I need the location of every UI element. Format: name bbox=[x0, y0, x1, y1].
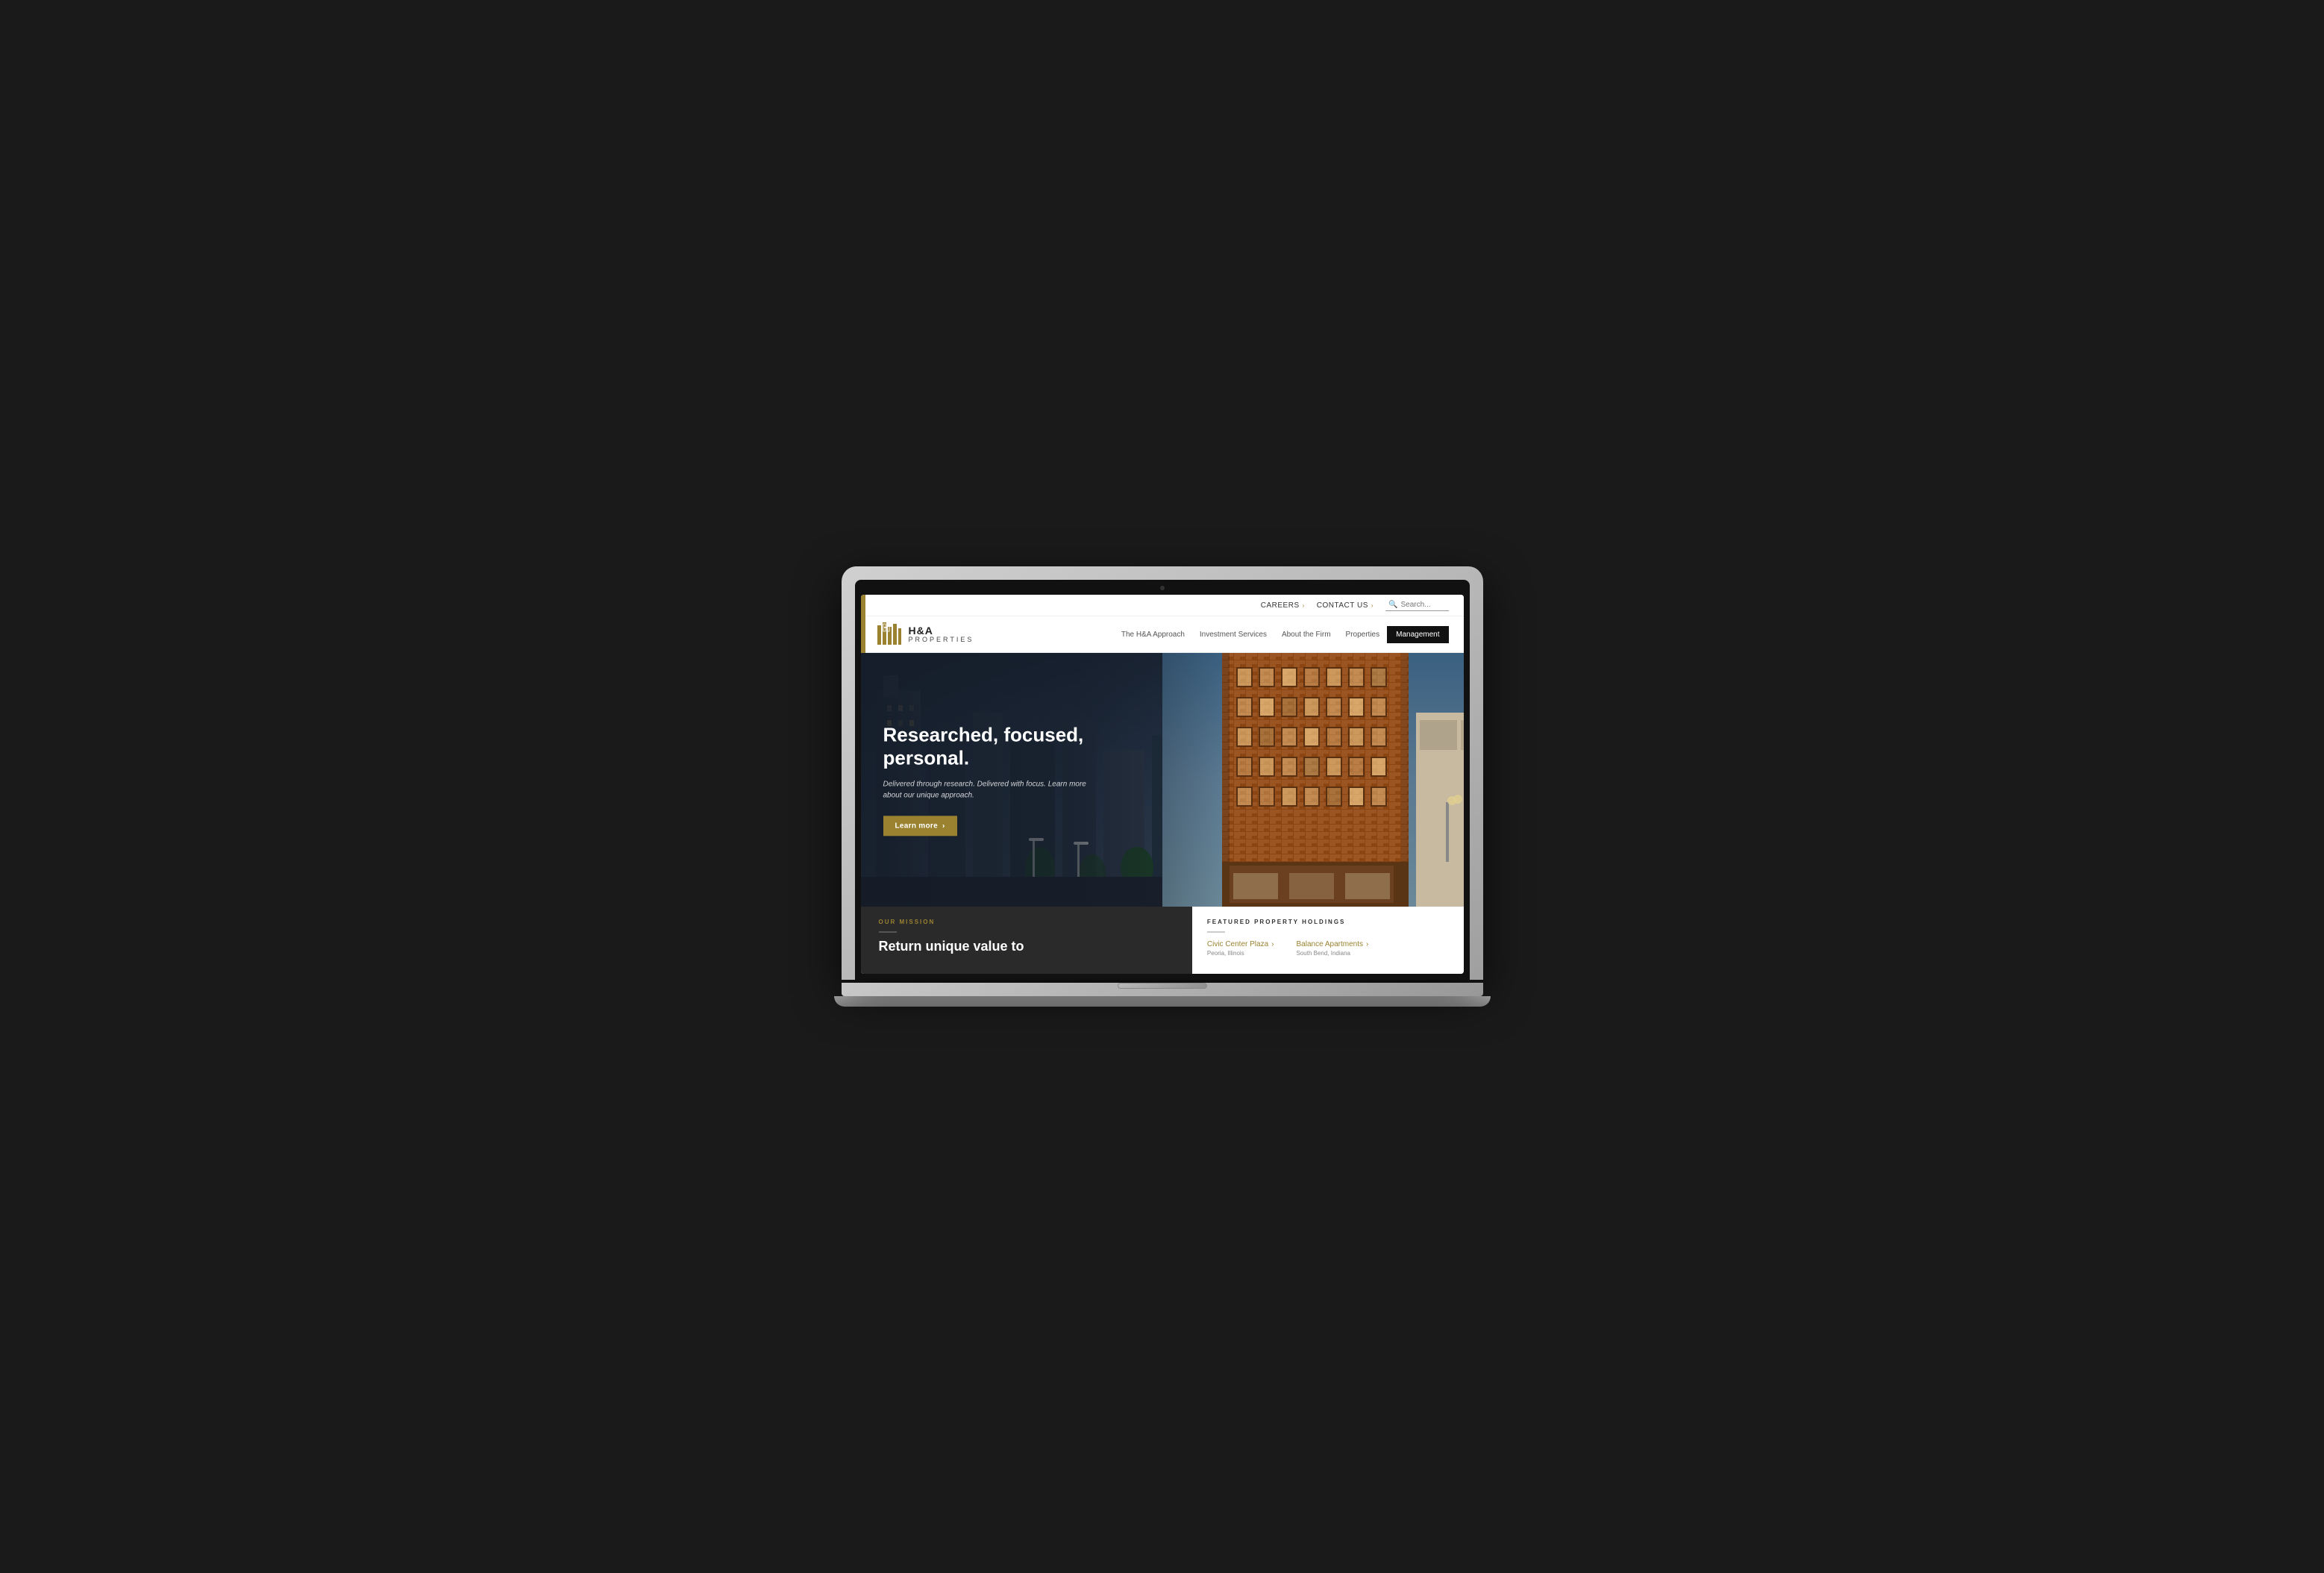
nav-link-management[interactable]: Management bbox=[1387, 626, 1448, 643]
laptop-frame: CAREERS › CONTACT US › 🔍 bbox=[842, 566, 1483, 980]
featured-label: FEATURED PROPERTY HOLDINGS bbox=[1207, 919, 1449, 925]
featured-property-2: Balance Apartments › South Bend, Indiana bbox=[1297, 940, 1369, 957]
nav-link-about[interactable]: About the Firm bbox=[1274, 628, 1338, 642]
hero-description: Delivered through research. Delivered wi… bbox=[883, 779, 1107, 801]
mission-label: OUR MISSION bbox=[879, 919, 1174, 925]
search-box[interactable]: 🔍 bbox=[1385, 599, 1448, 611]
logo-sub: PROPERTIES bbox=[909, 636, 974, 643]
featured-property-1-name[interactable]: Civic Center Plaza bbox=[1207, 940, 1268, 948]
logo-text-area: H&A PROPERTIES bbox=[909, 625, 974, 643]
search-icon: 🔍 bbox=[1388, 601, 1397, 609]
top-utility-bar: CAREERS › CONTACT US › 🔍 bbox=[861, 595, 1464, 616]
screen: CAREERS › CONTACT US › 🔍 bbox=[861, 595, 1464, 974]
hero-content: Researched, focused, personal. Delivered… bbox=[883, 723, 1107, 836]
camera-dot bbox=[1160, 586, 1165, 590]
content-wrapper: CAREERS › CONTACT US › 🔍 bbox=[861, 595, 1464, 974]
search-input[interactable] bbox=[1401, 601, 1446, 609]
nav-links: The H&A Approach Investment Services Abo… bbox=[1114, 626, 1449, 643]
featured-property-2-location: South Bend, Indiana bbox=[1297, 950, 1369, 957]
hero-title: Researched, focused, personal. bbox=[883, 723, 1107, 769]
careers-link[interactable]: CAREERS › bbox=[1261, 601, 1305, 610]
featured-panel: FEATURED PROPERTY HOLDINGS Civic Center … bbox=[1192, 907, 1464, 974]
featured-property-1-arrow-icon: › bbox=[1271, 940, 1274, 948]
website: CAREERS › CONTACT US › 🔍 bbox=[861, 595, 1464, 974]
logo-svg bbox=[876, 619, 903, 646]
nav-link-properties[interactable]: Properties bbox=[1338, 628, 1388, 642]
contact-chevron-icon: › bbox=[1371, 602, 1374, 609]
featured-property-2-name[interactable]: Balance Apartments bbox=[1297, 940, 1364, 948]
featured-property-1-location: Peoria, Illinois bbox=[1207, 950, 1274, 957]
hero-cta-label: Learn more bbox=[895, 822, 938, 831]
logo-name: H&A bbox=[909, 625, 974, 636]
mission-text: Return unique value to bbox=[879, 939, 1174, 955]
featured-property-1: Civic Center Plaza › Peoria, Illinois bbox=[1207, 940, 1274, 957]
featured-property-2-arrow-icon: › bbox=[1366, 940, 1368, 948]
careers-chevron-icon: › bbox=[1303, 602, 1305, 609]
screen-bezel: CAREERS › CONTACT US › 🔍 bbox=[855, 580, 1470, 980]
featured-property-1-row[interactable]: Civic Center Plaza › bbox=[1207, 940, 1274, 948]
featured-divider bbox=[1207, 931, 1225, 933]
main-nav: H&A PROPERTIES The H&A Approach Investme… bbox=[861, 616, 1464, 653]
mission-panel: OUR MISSION Return unique value to bbox=[861, 907, 1192, 974]
bottom-section: OUR MISSION Return unique value to FEATU… bbox=[861, 907, 1464, 974]
learn-more-button[interactable]: Learn more › bbox=[883, 816, 957, 836]
contact-link[interactable]: CONTACT US › bbox=[1317, 601, 1374, 610]
hero-section: Researched, focused, personal. Delivered… bbox=[861, 653, 1464, 907]
nav-link-investment[interactable]: Investment Services bbox=[1192, 628, 1274, 642]
cta-arrow-icon: › bbox=[942, 822, 945, 831]
laptop-base bbox=[834, 996, 1491, 1007]
contact-label: CONTACT US bbox=[1317, 601, 1368, 610]
featured-property-2-row[interactable]: Balance Apartments › bbox=[1297, 940, 1369, 948]
logo-area: H&A PROPERTIES bbox=[876, 622, 974, 646]
logo-icon bbox=[876, 622, 903, 646]
careers-label: CAREERS bbox=[1261, 601, 1300, 610]
laptop-bottom bbox=[842, 983, 1483, 996]
featured-items: Civic Center Plaza › Peoria, Illinois Ba… bbox=[1207, 940, 1449, 957]
mission-divider bbox=[879, 931, 897, 933]
nav-link-approach[interactable]: The H&A Approach bbox=[1114, 628, 1192, 642]
trackpad[interactable] bbox=[1118, 983, 1207, 989]
laptop-wrapper: CAREERS › CONTACT US › 🔍 bbox=[827, 551, 1498, 1022]
